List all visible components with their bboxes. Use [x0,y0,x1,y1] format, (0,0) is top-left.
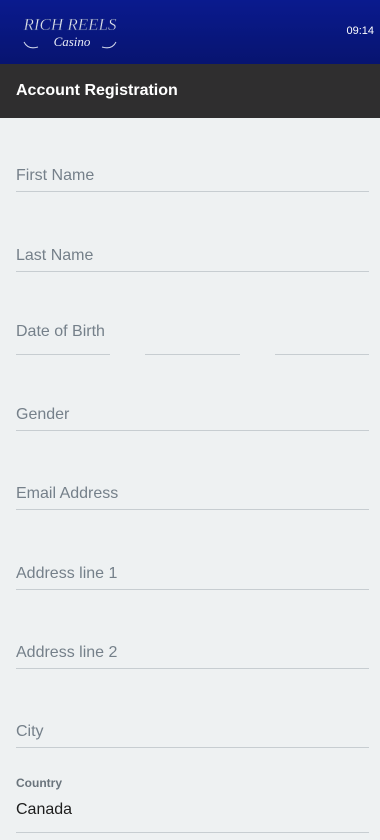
app-header: RICH REELS Casino 09:14 [0,0,380,64]
email-field[interactable]: Email Address [16,479,369,510]
svg-text:Casino: Casino [54,34,91,49]
address-line1-field[interactable]: Address line 1 [16,559,369,590]
dob-month-input[interactable] [145,354,240,355]
date-of-birth-placeholder: Date of Birth [16,323,109,341]
city-field[interactable]: City [16,717,369,748]
address-line2-placeholder: Address line 2 [16,644,118,661]
last-name-placeholder: Last Name [16,247,94,264]
last-name-field[interactable]: Last Name [16,241,369,272]
country-select[interactable]: Country Canada [16,776,369,833]
svg-text:RICH REELS: RICH REELS [22,15,117,34]
city-placeholder: City [16,723,44,740]
email-placeholder: Email Address [16,485,119,502]
first-name-placeholder: First Name [16,167,95,184]
dob-day-input[interactable] [16,354,110,355]
dob-year-input[interactable] [275,354,369,355]
page-title: Account Registration [16,82,178,99]
rich-reels-casino-logo[interactable]: RICH REELS Casino [18,10,122,54]
gender-field[interactable]: Gender [16,400,369,431]
first-name-field[interactable]: First Name [16,161,369,192]
page-title-bar: Account Registration [0,64,380,118]
date-of-birth-field: Date of Birth [16,323,369,357]
address-line1-placeholder: Address line 1 [16,565,118,582]
gender-placeholder: Gender [16,406,70,423]
address-line2-field[interactable]: Address line 2 [16,638,369,669]
country-label: Country [16,776,62,790]
status-time: 09:14 [346,25,374,37]
country-value: Canada [16,801,73,818]
